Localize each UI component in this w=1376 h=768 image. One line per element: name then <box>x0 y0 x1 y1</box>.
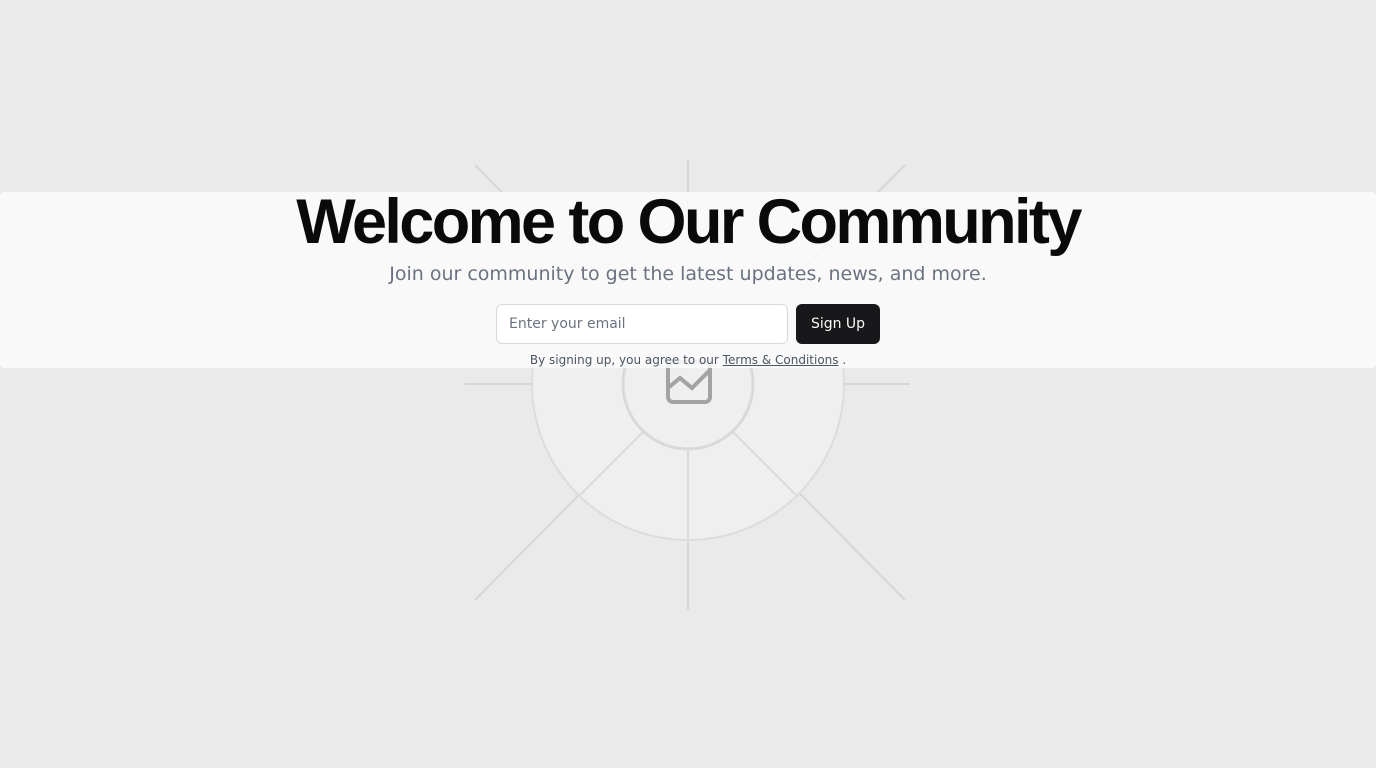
email-input[interactable] <box>496 304 788 344</box>
terms-suffix: . <box>838 353 847 367</box>
terms-notice: By signing up, you agree to our Terms & … <box>0 352 1376 368</box>
terms-prefix: By signing up, you agree to our <box>529 353 723 367</box>
signup-form: Sign Up <box>496 304 880 344</box>
terms-link[interactable]: Terms & Conditions <box>723 353 839 367</box>
page-title: Welcome to Our Community <box>296 187 1082 257</box>
background-placeholder <box>0 0 1376 768</box>
placeholder-illustration <box>465 160 910 610</box>
sign-up-button[interactable]: Sign Up <box>796 304 880 344</box>
page-subtitle: Join our community to get the latest upd… <box>389 263 987 285</box>
